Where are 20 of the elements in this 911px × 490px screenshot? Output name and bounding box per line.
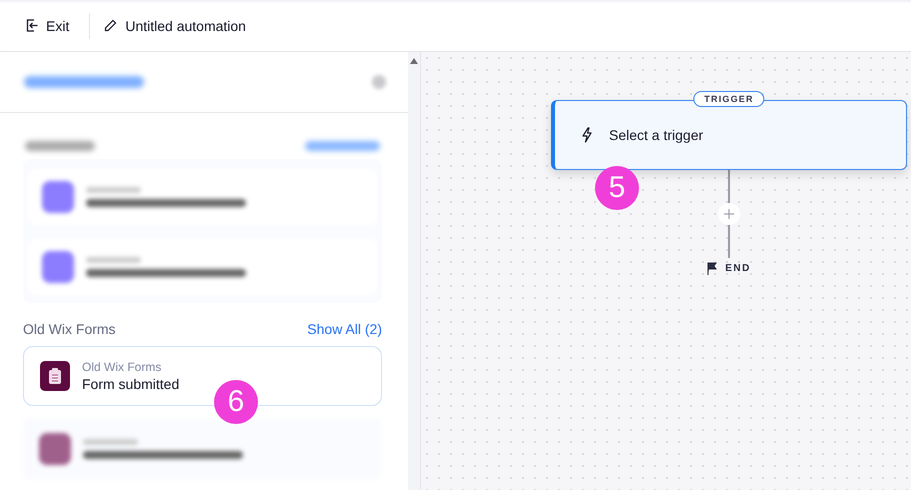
scrollbar[interactable] xyxy=(408,52,420,490)
automation-title[interactable]: Untitled automation xyxy=(104,18,246,34)
flag-icon xyxy=(707,262,718,275)
pencil-icon xyxy=(104,19,118,32)
exit-button[interactable]: Exit xyxy=(26,18,70,34)
step-marker: 5 xyxy=(595,166,639,210)
blurred-heading xyxy=(25,141,95,151)
exit-icon xyxy=(26,19,38,32)
app-name: Old Wix Forms xyxy=(82,360,162,374)
scroll-up-icon xyxy=(410,58,418,64)
plus-icon xyxy=(724,209,734,219)
event-name: Form submitted xyxy=(82,376,180,392)
add-step-button[interactable] xyxy=(718,203,740,225)
trigger-label: Select a trigger xyxy=(609,127,704,143)
show-all-link[interactable]: Show All (2) xyxy=(307,321,382,337)
lightning-icon xyxy=(581,127,593,143)
end-label: END xyxy=(725,263,751,274)
section-title: Old Wix Forms xyxy=(23,321,116,337)
blurred-icon xyxy=(372,75,386,89)
trigger-tag: TRIGGER xyxy=(693,91,765,107)
